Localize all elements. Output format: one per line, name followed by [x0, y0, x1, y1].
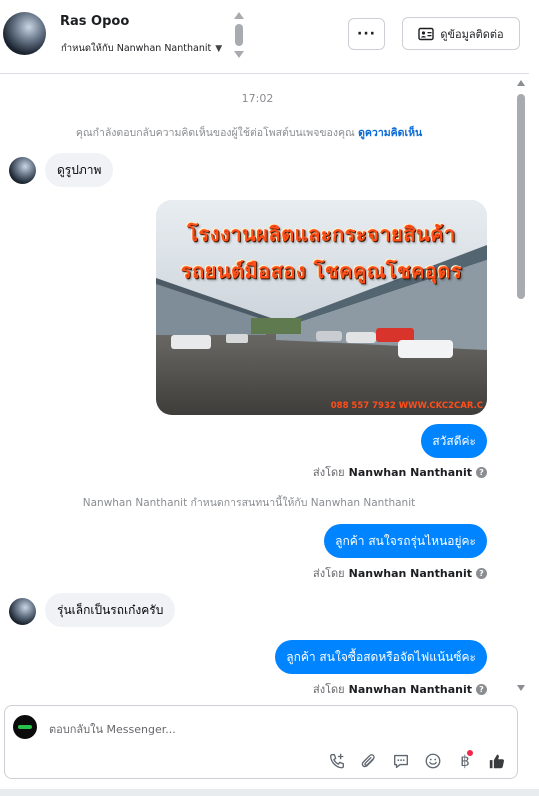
- sent-by-label: ส่งโดย: [313, 466, 345, 479]
- image-headline: โรงงานผลิตและกระจายสินค้า: [187, 222, 456, 246]
- sent-by-line: ส่งโดย Nanwhan Nanthanit ?: [313, 463, 487, 481]
- assignment-notice: Nanwhan Nanthanit กำหนดการสนทนานี้ให้กับ…: [82, 497, 416, 509]
- image-subheadline: รถยนต์มือสอง โชคคูณโชคอุดร: [180, 259, 463, 283]
- smiley-icon[interactable]: [422, 750, 444, 772]
- scroll-down-arrow-icon[interactable]: [517, 685, 525, 691]
- contact-avatar-small: [9, 157, 36, 184]
- paperclip-icon[interactable]: [358, 750, 380, 772]
- conversation-header: Ras Opoo กำหนดให้กับ Nanwhan Nanthanit ▼…: [0, 0, 529, 74]
- contact-name[interactable]: Ras Opoo: [60, 14, 129, 29]
- outgoing-message[interactable]: ลูกค้า สนใจรถรุ่นไหนอยู่คะ: [324, 524, 487, 558]
- notification-dot: [466, 750, 473, 756]
- header-scroll-control[interactable]: [234, 12, 244, 58]
- incoming-message[interactable]: ดูรูปภาพ: [45, 153, 114, 187]
- reply-input[interactable]: ตอบกลับใน Messenger...: [49, 720, 176, 738]
- image-message[interactable]: โรงงานผลิตและกระจายสินค้า รถยนต์มือสอง โ…: [156, 200, 487, 415]
- view-comment-link[interactable]: ดูความคิดเห็น: [358, 127, 422, 139]
- sent-by-line: ส่งโดย Nanwhan Nanthanit ?: [313, 564, 487, 582]
- more-label: ···: [357, 26, 376, 42]
- reply-composer[interactable]: ตอบกลับใน Messenger... ฿: [4, 705, 518, 779]
- scroll-thumb[interactable]: [235, 24, 243, 46]
- outgoing-message[interactable]: สวัสดีค่ะ: [421, 424, 487, 458]
- bottom-edge: [0, 789, 539, 796]
- sent-by-label: ส่งโดย: [313, 567, 345, 580]
- sender-name: Nanwhan Nanthanit: [348, 465, 472, 479]
- message-timestamp: 17:02: [241, 92, 274, 105]
- composer-toolbar: ฿: [326, 750, 508, 772]
- more-options-button[interactable]: ···: [348, 18, 385, 50]
- scroll-down-icon[interactable]: [234, 51, 244, 58]
- baht-icon[interactable]: ฿: [454, 750, 476, 772]
- phone-plus-icon[interactable]: [326, 750, 348, 772]
- sent-by-label: ส่งโดย: [313, 683, 345, 696]
- message-scrollbar[interactable]: [515, 78, 527, 693]
- incoming-message[interactable]: รุ่นเล็กเป็นรถเก๋งครับ: [45, 593, 176, 627]
- scroll-up-arrow-icon[interactable]: [517, 80, 525, 86]
- contact-card-icon: [418, 27, 435, 40]
- contact-avatar-small: [9, 598, 36, 625]
- scroll-up-icon[interactable]: [234, 12, 244, 19]
- help-icon[interactable]: ?: [476, 466, 487, 478]
- image-footer-text: 088 557 7932 WWW.CKC2CAR.C: [330, 401, 483, 411]
- scrollbar-thumb[interactable]: [517, 94, 525, 299]
- view-contact-label: ดูข้อมูลติดต่อ: [440, 27, 504, 41]
- outgoing-message[interactable]: ลูกค้า สนใจซื้อสดหรือจัดไฟแน้นซ์คะ: [275, 640, 487, 674]
- chat-bubble-icon[interactable]: [390, 750, 412, 772]
- reply-notice: คุณกำลังตอบกลับความคิดเห็นของผู้ใช้ต่อโพ…: [0, 124, 498, 141]
- assignee-label: กำหนดให้กับ Nanwhan Nanthanit: [61, 43, 212, 54]
- caret-down-icon: ▼: [215, 43, 223, 54]
- help-icon[interactable]: ?: [476, 683, 487, 695]
- reply-notice-text: คุณกำลังตอบกลับความคิดเห็นของผู้ใช้ต่อโพ…: [75, 127, 355, 139]
- view-contact-button[interactable]: ดูข้อมูลติดต่อ: [402, 17, 520, 50]
- help-icon[interactable]: ?: [476, 567, 487, 579]
- thumbs-up-icon[interactable]: [486, 750, 508, 772]
- sender-name: Nanwhan Nanthanit: [348, 566, 472, 580]
- sent-by-line: ส่งโดย Nanwhan Nanthanit ?: [313, 680, 487, 698]
- contact-avatar[interactable]: [3, 12, 46, 55]
- assignee-dropdown[interactable]: กำหนดให้กับ Nanwhan Nanthanit ▼: [61, 41, 222, 56]
- page-avatar: [13, 715, 37, 739]
- sender-name: Nanwhan Nanthanit: [348, 682, 472, 696]
